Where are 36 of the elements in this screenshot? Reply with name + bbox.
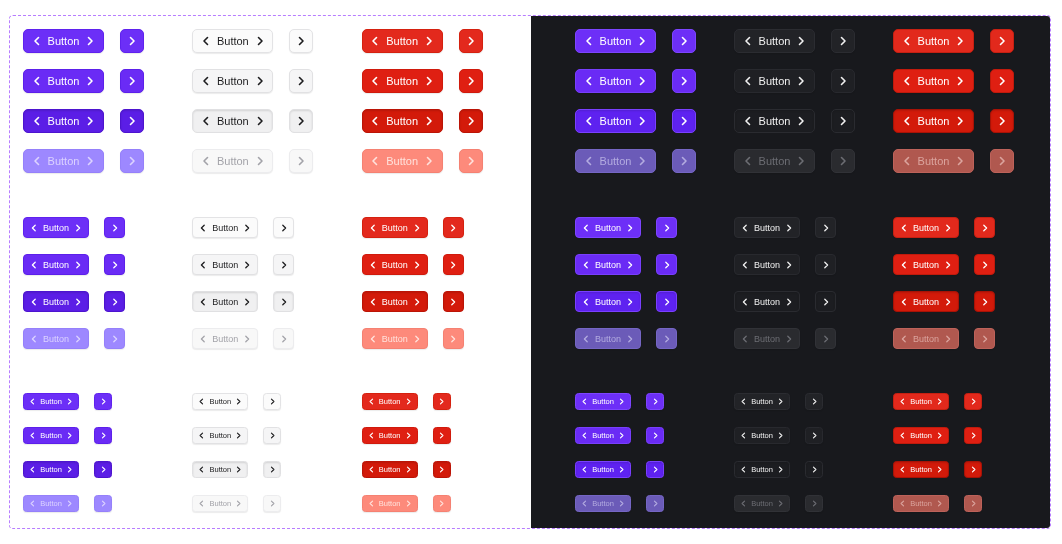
button[interactable]: Button bbox=[575, 217, 641, 238]
button[interactable]: Button bbox=[575, 254, 641, 275]
button[interactable]: Button bbox=[734, 291, 800, 312]
button[interactable]: Button bbox=[361, 29, 443, 53]
button[interactable]: Button bbox=[893, 69, 974, 93]
button[interactable]: Button bbox=[23, 254, 89, 275]
button[interactable]: Button bbox=[734, 217, 800, 238]
button[interactable]: Button bbox=[192, 109, 274, 133]
button[interactable]: Button bbox=[575, 109, 656, 133]
button[interactable]: Button bbox=[23, 109, 104, 133]
button[interactable]: Button bbox=[192, 69, 274, 93]
button[interactable]: Button bbox=[734, 109, 815, 133]
button[interactable]: Button bbox=[23, 217, 89, 238]
button[interactable]: Button bbox=[361, 69, 443, 93]
button[interactable]: Button bbox=[575, 29, 656, 53]
button[interactable]: Button bbox=[734, 254, 800, 275]
button[interactable]: Button bbox=[23, 69, 104, 93]
button[interactable]: Button bbox=[734, 29, 815, 53]
button[interactable]: Button bbox=[192, 254, 259, 275]
button[interactable]: Button bbox=[192, 217, 259, 238]
button[interactable]: Button bbox=[893, 291, 959, 312]
button[interactable]: Button bbox=[734, 69, 815, 93]
button[interactable]: Button bbox=[23, 29, 104, 53]
button[interactable]: Button bbox=[192, 29, 274, 53]
button[interactable]: Button bbox=[575, 291, 641, 312]
button[interactable]: Button bbox=[361, 291, 428, 312]
button[interactable]: Button bbox=[361, 217, 428, 238]
button[interactable]: Button bbox=[893, 109, 974, 133]
button[interactable]: Button bbox=[361, 254, 428, 275]
button[interactable]: Button bbox=[893, 29, 974, 53]
button[interactable]: Button bbox=[361, 109, 443, 133]
button[interactable]: Button bbox=[893, 254, 959, 275]
button[interactable]: Button bbox=[575, 69, 656, 93]
button[interactable]: Button bbox=[23, 291, 89, 312]
button[interactable]: Button bbox=[192, 291, 259, 312]
button[interactable]: Button bbox=[893, 217, 959, 238]
